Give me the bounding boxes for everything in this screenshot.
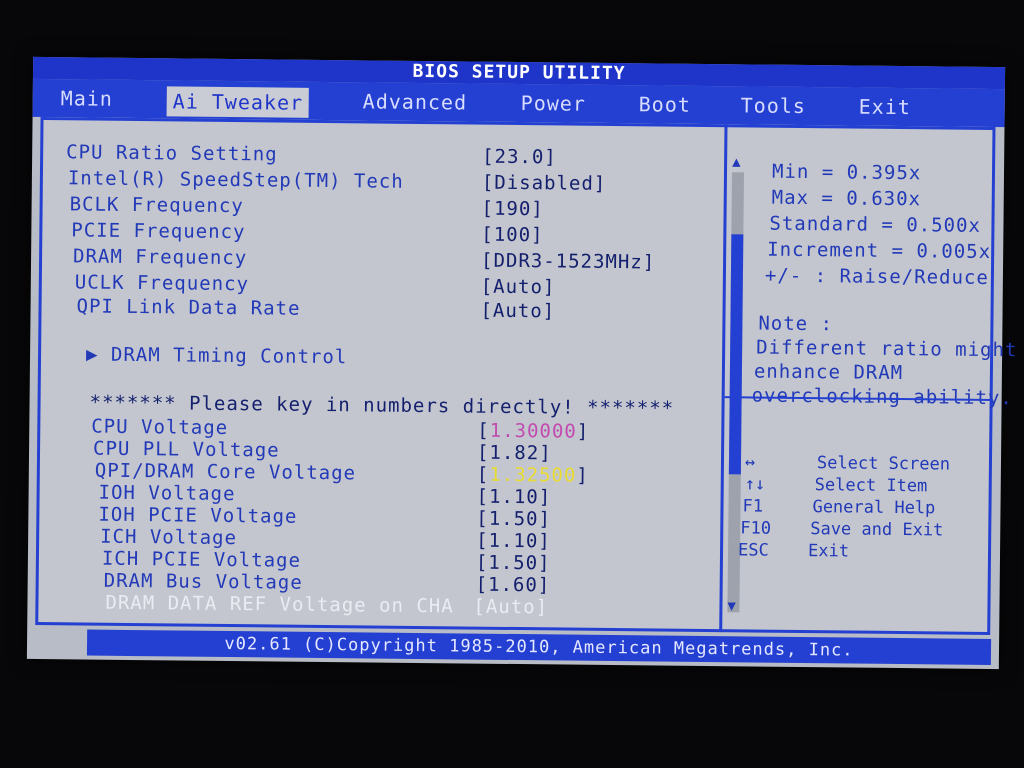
setting-row[interactable]: PCIE Frequency [71, 219, 245, 243]
voltage-row[interactable]: CPU Voltage [91, 416, 228, 439]
voltage-value[interactable]: [1.10] [476, 486, 551, 509]
arrows-vertical-icon: ↑↓ [744, 474, 766, 495]
setting-value[interactable]: [Auto] [480, 300, 555, 323]
setting-row[interactable]: BCLK Frequency [70, 193, 244, 217]
voltage-value[interactable]: [1.50] [476, 552, 551, 575]
setting-value[interactable]: [100] [481, 224, 543, 247]
voltage-row[interactable]: CPU PLL Voltage [93, 438, 280, 462]
bios-screen: BIOS SETUP UTILITY Main Ai Tweaker Advan… [26, 56, 1017, 670]
key-desc: Exit [807, 541, 850, 562]
setting-row[interactable]: CPU Ratio Setting [66, 141, 278, 165]
voltage-value[interactable]: [Auto] [473, 596, 548, 619]
note-line: enhance DRAM [753, 360, 904, 385]
setting-row[interactable]: Intel(R) SpeedStep(TM) Tech [68, 167, 404, 193]
setting-value[interactable]: [23.0] [482, 146, 557, 169]
help-raise: +/- : Raise/Reduce [764, 264, 989, 289]
voltage-row[interactable]: ICH PCIE Voltage [102, 548, 301, 572]
arrows-horizontal-icon: ↔ [744, 452, 756, 473]
key-esc: ESC [737, 540, 769, 561]
setting-row[interactable]: DRAM Frequency [73, 245, 247, 269]
voltage-row-selected[interactable]: DRAM DATA REF Voltage on CHA [105, 592, 454, 618]
submenu-label: DRAM Timing Control [110, 343, 348, 369]
help-min: Min = 0.395x [771, 160, 922, 185]
voltage-label: DRAM DATA REF Voltage on CHA [105, 591, 454, 618]
key-desc: Select Screen [816, 453, 951, 475]
voltage-row[interactable]: ICH Voltage [100, 526, 237, 549]
tab-power[interactable]: Power [521, 88, 587, 119]
voltage-value[interactable]: [1.82] [477, 442, 552, 465]
setting-label: QPI Link Data Rate [76, 295, 301, 320]
key-desc: Select Item [814, 475, 928, 497]
setting-label: UCLK Frequency [74, 271, 250, 296]
key-f10: F10 [740, 518, 772, 539]
voltage-label: DRAM Bus Voltage [103, 569, 303, 594]
tab-advanced[interactable]: Advanced [363, 86, 468, 117]
setting-value[interactable]: [Auto] [481, 276, 556, 299]
tab-exit[interactable]: Exit [859, 92, 911, 123]
voltage-label: QPI/DRAM Core Voltage [94, 459, 357, 485]
voltage-label: CPU PLL Voltage [92, 437, 280, 462]
voltage-row[interactable]: QPI/DRAM Core Voltage [95, 460, 356, 485]
setting-label: PCIE Frequency [71, 219, 246, 244]
voltage-row[interactable]: IOH Voltage [99, 482, 236, 505]
submenu-arrow-icon: ▶ [85, 343, 99, 366]
scroll-up-icon[interactable]: ▲ [732, 154, 741, 170]
setting-label: DRAM Frequency [72, 245, 248, 270]
tab-main[interactable]: Main [61, 83, 113, 114]
copyright-footer: v02.61 (C)Copyright 1985-2010, American … [86, 629, 992, 665]
setting-row[interactable]: QPI Link Data Rate [76, 295, 300, 319]
setting-label: Intel(R) SpeedStep(TM) Tech [67, 167, 404, 193]
key-f1: F1 [742, 496, 764, 517]
submenu-dram-timing[interactable]: ▶ DRAM Timing Control [86, 343, 347, 368]
setting-value[interactable]: [Disabled] [482, 172, 607, 195]
note-title: Note : [758, 312, 834, 336]
voltage-label: IOH Voltage [98, 481, 236, 506]
tab-tools[interactable]: Tools [741, 90, 807, 121]
voltage-value[interactable]: [1.60] [476, 574, 551, 597]
setting-value[interactable]: [DDR3-1523MHz] [481, 250, 655, 274]
setting-label: BCLK Frequency [69, 193, 244, 218]
voltage-label: IOH PCIE Voltage [98, 503, 298, 528]
voltage-label: ICH PCIE Voltage [101, 547, 302, 572]
voltage-row[interactable]: IOH PCIE Voltage [98, 504, 297, 528]
note-line: Different ratio might [756, 336, 1018, 362]
help-increment: Increment = 0.005x [767, 238, 992, 263]
tab-ai-tweaker[interactable]: Ai Tweaker [166, 86, 310, 118]
voltage-label: CPU Voltage [91, 415, 229, 439]
voltage-value[interactable]: [1.30000] [477, 420, 589, 443]
setting-value[interactable]: [190] [481, 198, 543, 221]
key-desc: General Help [812, 497, 936, 519]
voltage-label: ICH Voltage [100, 525, 238, 550]
setting-label: CPU Ratio Setting [66, 141, 278, 166]
key-desc: Save and Exit [810, 519, 944, 541]
voltage-value[interactable]: [1.50] [476, 508, 551, 531]
tab-boot[interactable]: Boot [639, 89, 691, 120]
help-standard: Standard = 0.500x [769, 212, 982, 237]
voltage-value[interactable]: [1.32500] [477, 464, 589, 487]
scroll-down-icon[interactable]: ▼ [727, 598, 736, 614]
voltage-row[interactable]: DRAM Bus Voltage [104, 570, 303, 594]
help-max: Max = 0.630x [771, 186, 922, 211]
voltage-value[interactable]: [1.10] [476, 530, 551, 553]
setting-row[interactable]: UCLK Frequency [75, 271, 249, 295]
scrollbar-thumb[interactable] [728, 234, 744, 475]
